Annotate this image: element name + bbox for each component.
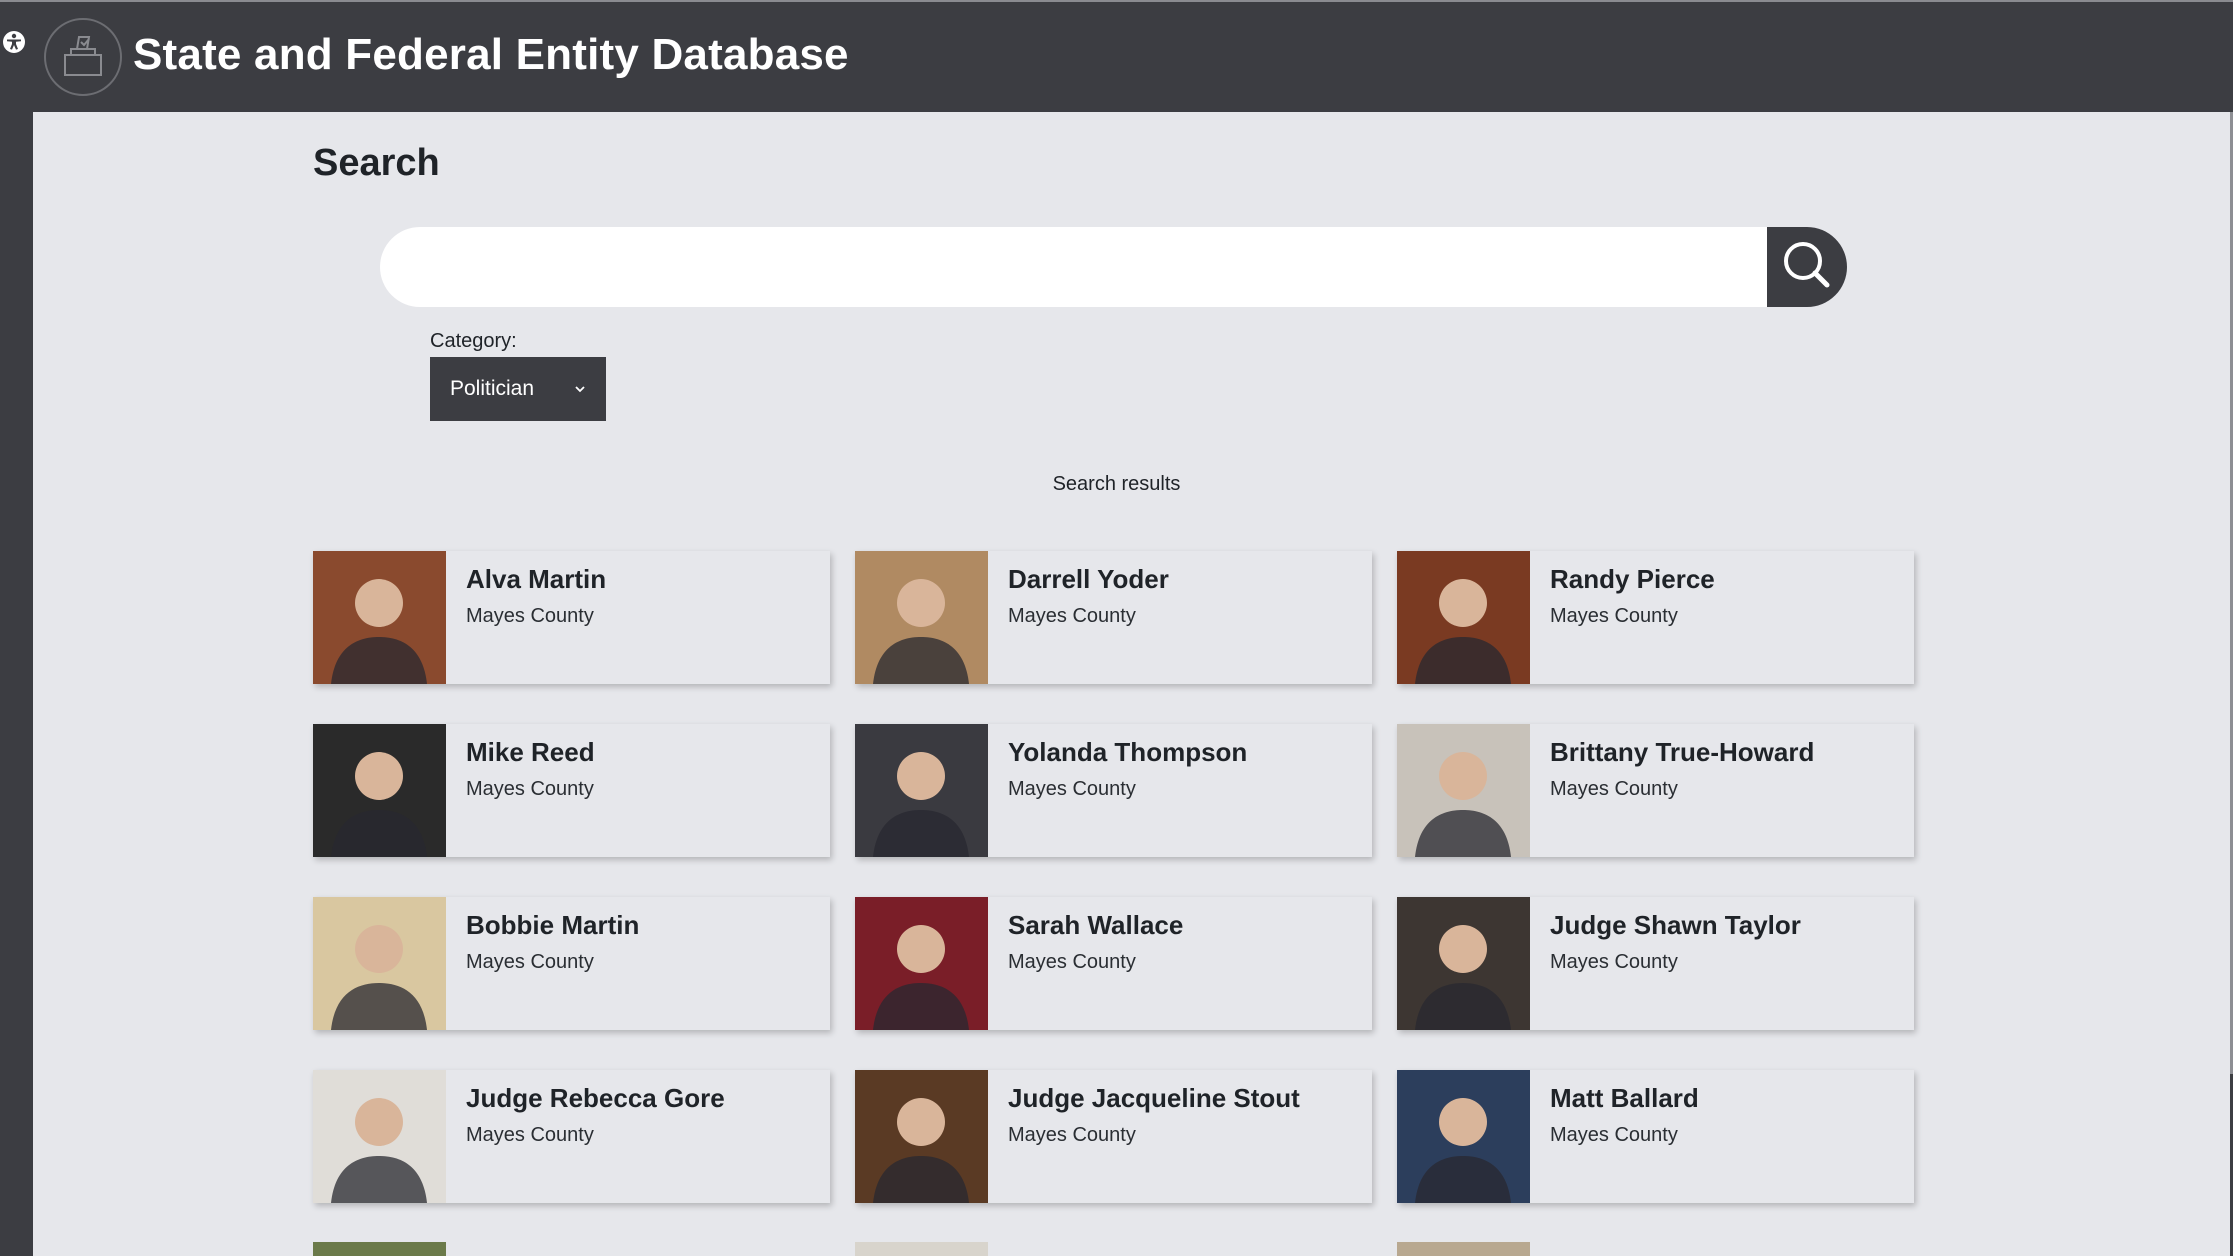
person-photo bbox=[1397, 1242, 1530, 1256]
search-input[interactable] bbox=[380, 227, 1767, 307]
result-card-text: Bobbie Martin Mayes County bbox=[446, 897, 639, 1030]
person-photo bbox=[1397, 1070, 1530, 1203]
result-card-text: Judge Jacqueline Stout Mayes County bbox=[988, 1070, 1300, 1203]
result-card[interactable]: Judge Jacqueline Stout Mayes County bbox=[855, 1070, 1372, 1203]
result-county: Mayes County bbox=[466, 1124, 594, 1146]
result-card-text: Judge Rebecca Gore Mayes County bbox=[446, 1070, 725, 1203]
category-selected-value: Politician bbox=[450, 377, 535, 400]
search-bar bbox=[380, 227, 1880, 307]
result-name[interactable]: Mike Reed bbox=[466, 734, 595, 770]
person-photo bbox=[1397, 897, 1530, 1030]
result-card[interactable]: Sarah Wallace Mayes County bbox=[855, 897, 1372, 1030]
person-photo bbox=[855, 897, 988, 1030]
chevron-down-icon bbox=[574, 377, 586, 401]
result-card-text: Sarah Wallace Mayes County bbox=[988, 897, 1183, 1030]
result-card[interactable]: Darrell Yoder Mayes County bbox=[855, 551, 1372, 684]
result-county: Mayes County bbox=[1550, 1124, 1678, 1146]
search-icon bbox=[1780, 238, 1834, 297]
result-name[interactable]: Randy Pierce bbox=[1550, 561, 1715, 597]
person-photo bbox=[313, 1070, 446, 1203]
result-county: Mayes County bbox=[1008, 1124, 1136, 1146]
person-photo bbox=[855, 551, 988, 684]
result-county: Mayes County bbox=[1550, 951, 1678, 973]
result-card[interactable]: Yolanda Thompson Mayes County bbox=[855, 724, 1372, 857]
result-name[interactable]: Judge Shawn Taylor bbox=[1550, 907, 1801, 943]
result-card-text: Brittany True-Howard Mayes County bbox=[1530, 724, 1814, 857]
category-label: Category: bbox=[430, 330, 517, 352]
person-photo bbox=[855, 1070, 988, 1203]
result-name[interactable]: Sarah Wallace bbox=[1008, 907, 1183, 943]
result-card-text: Matt Ballard Mayes County bbox=[1530, 1070, 1699, 1203]
person-photo bbox=[313, 1242, 446, 1256]
app-title: State and Federal Entity Database bbox=[133, 30, 849, 79]
person-photo bbox=[313, 897, 446, 1030]
result-card-text: Darrell Yoder Mayes County bbox=[988, 551, 1169, 684]
person-photo bbox=[855, 1242, 988, 1256]
result-county: Mayes County bbox=[466, 605, 594, 627]
result-county: Mayes County bbox=[1550, 605, 1678, 627]
result-county: Mayes County bbox=[1550, 778, 1678, 800]
result-card[interactable]: Judge Shawn Taylor Mayes County bbox=[1397, 897, 1914, 1030]
result-name[interactable]: Alva Martin bbox=[466, 561, 606, 597]
result-card[interactable]: Bobbie Martin Mayes County bbox=[313, 897, 830, 1030]
result-name[interactable]: Darrell Yoder bbox=[1008, 561, 1169, 597]
result-name[interactable]: Judge Jacqueline Stout bbox=[1008, 1080, 1300, 1116]
page-title: Search bbox=[313, 142, 440, 184]
result-card-text: Yolanda Thompson Mayes County bbox=[988, 724, 1247, 857]
result-name[interactable]: Matt Ballard bbox=[1550, 1080, 1699, 1116]
result-name[interactable]: Brittany True-Howard bbox=[1550, 734, 1814, 770]
result-card-text: Randy Pierce Mayes County bbox=[1530, 551, 1715, 684]
results-next-row-partial bbox=[313, 1242, 1530, 1256]
result-county: Mayes County bbox=[1008, 778, 1136, 800]
person-photo bbox=[1397, 551, 1530, 684]
result-card-text: Judge Shawn Taylor Mayes County bbox=[1530, 897, 1801, 1030]
result-card-text: Mike Reed Mayes County bbox=[446, 724, 595, 857]
accessibility-icon[interactable] bbox=[0, 28, 28, 56]
result-card[interactable]: Mike Reed Mayes County bbox=[313, 724, 830, 857]
person-photo bbox=[1397, 724, 1530, 857]
category-select[interactable]: Politician bbox=[430, 357, 606, 421]
person-photo bbox=[313, 724, 446, 857]
result-card[interactable]: Matt Ballard Mayes County bbox=[1397, 1070, 1914, 1203]
person-photo bbox=[855, 724, 988, 857]
result-name[interactable]: Bobbie Martin bbox=[466, 907, 639, 943]
result-card[interactable]: Judge Rebecca Gore Mayes County bbox=[313, 1070, 830, 1203]
main-content: Search Category: Politician Search resul… bbox=[33, 112, 2230, 1256]
result-card-text: Alva Martin Mayes County bbox=[446, 551, 606, 684]
result-county: Mayes County bbox=[1008, 605, 1136, 627]
search-button[interactable] bbox=[1767, 227, 1847, 307]
ballot-box-icon[interactable] bbox=[44, 18, 122, 96]
result-card[interactable]: Brittany True-Howard Mayes County bbox=[1397, 724, 1914, 857]
result-county: Mayes County bbox=[466, 951, 594, 973]
result-county: Mayes County bbox=[466, 778, 594, 800]
result-card[interactable]: Randy Pierce Mayes County bbox=[1397, 551, 1914, 684]
result-card[interactable]: Alva Martin Mayes County bbox=[313, 551, 830, 684]
results-heading: Search results bbox=[1052, 473, 1181, 495]
result-county: Mayes County bbox=[1008, 951, 1136, 973]
person-photo bbox=[313, 551, 446, 684]
results-grid: Alva Martin Mayes County Darrell Yoder Maye… bbox=[313, 551, 1914, 1203]
result-name[interactable]: Judge Rebecca Gore bbox=[466, 1080, 725, 1116]
app-header: State and Federal Entity Database bbox=[0, 0, 2233, 112]
result-name[interactable]: Yolanda Thompson bbox=[1008, 734, 1247, 770]
